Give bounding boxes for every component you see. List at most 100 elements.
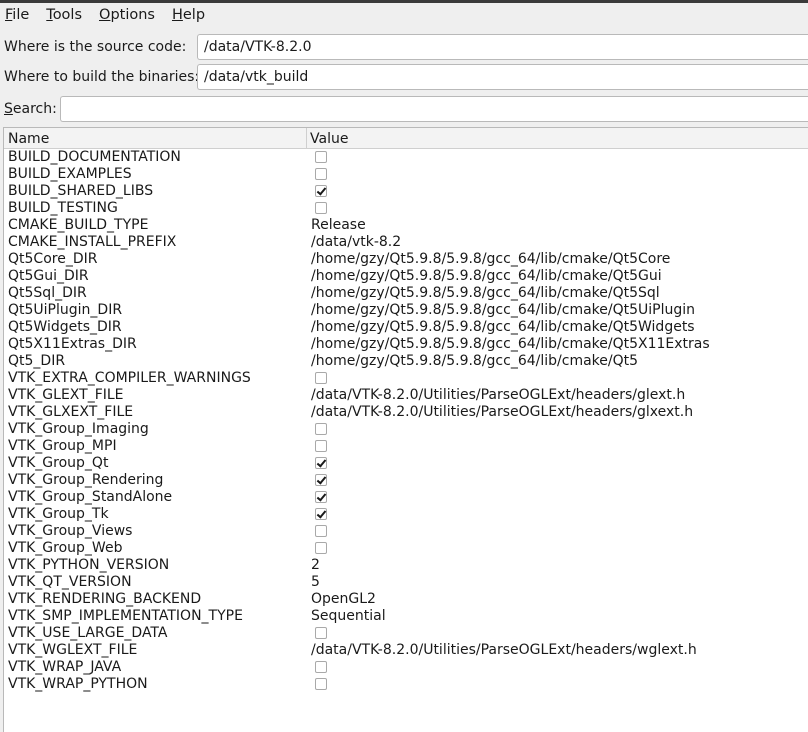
table-row[interactable]: VTK_GLEXT_FILE/data/VTK-8.2.0/Utilities/…: [4, 387, 808, 404]
menu-file[interactable]: File: [0, 4, 34, 26]
source-dir-input[interactable]: [197, 34, 808, 60]
table-row[interactable]: Qt5Sql_DIR/home/gzy/Qt5.9.8/5.9.8/gcc_64…: [4, 285, 808, 302]
row-name: CMAKE_INSTALL_PREFIX: [8, 234, 177, 250]
table-row[interactable]: Qt5_DIR/home/gzy/Qt5.9.8/5.9.8/gcc_64/li…: [4, 353, 808, 370]
row-name: VTK_WRAP_PYTHON: [8, 676, 148, 692]
row-value[interactable]: /home/gzy/Qt5.9.8/5.9.8/gcc_64/lib/cmake…: [311, 268, 662, 285]
table-row[interactable]: CMAKE_INSTALL_PREFIX/data/vtk-8.2: [4, 234, 808, 251]
table-row[interactable]: BUILD_DOCUMENTATION: [4, 149, 808, 166]
table-row[interactable]: VTK_Group_MPI: [4, 438, 808, 455]
row-name: BUILD_EXAMPLES: [8, 166, 132, 182]
menu-bar: File Tools Options Help: [0, 3, 808, 27]
checkbox-unchecked[interactable]: [315, 168, 327, 180]
row-name: Qt5_DIR: [8, 353, 66, 369]
checkbox-unchecked[interactable]: [315, 440, 327, 452]
row-name: VTK_Group_Views: [8, 523, 133, 539]
checkbox-unchecked[interactable]: [315, 151, 327, 163]
row-name: VTK_Group_Qt: [8, 455, 109, 471]
row-value[interactable]: /home/gzy/Qt5.9.8/5.9.8/gcc_64/lib/cmake…: [311, 251, 670, 268]
checkbox-checked[interactable]: [315, 508, 327, 520]
row-value[interactable]: /home/gzy/Qt5.9.8/5.9.8/gcc_64/lib/cmake…: [311, 336, 710, 353]
checkbox-unchecked[interactable]: [315, 202, 327, 214]
table-row[interactable]: VTK_RENDERING_BACKEND OpenGL2: [4, 591, 808, 608]
column-header-name[interactable]: Name: [4, 128, 307, 148]
row-value[interactable]: /home/gzy/Qt5.9.8/5.9.8/gcc_64/lib/cmake…: [311, 353, 638, 370]
table-row[interactable]: VTK_WRAP_JAVA: [4, 659, 808, 676]
menu-help-label: elp: [182, 7, 206, 23]
row-value[interactable]: /data/VTK-8.2.0/Utilities/ParseOGLExt/he…: [311, 642, 697, 659]
table-row[interactable]: VTK_Group_Rendering: [4, 472, 808, 489]
menu-help-mnemonic: H: [171, 7, 183, 23]
row-name: CMAKE_BUILD_TYPE: [8, 217, 149, 233]
table-row[interactable]: Qt5Core_DIR/home/gzy/Qt5.9.8/5.9.8/gcc_6…: [4, 251, 808, 268]
row-value[interactable]: /data/VTK-8.2.0/Utilities/ParseOGLExt/he…: [311, 387, 685, 404]
row-name: BUILD_DOCUMENTATION: [8, 149, 181, 165]
checkbox-unchecked[interactable]: [315, 627, 327, 639]
column-header-value[interactable]: Value: [307, 128, 808, 148]
build-label: Where to build the binaries:: [4, 69, 200, 85]
table-row[interactable]: VTK_EXTRA_COMPILER_WARNINGS: [4, 370, 808, 387]
table-row[interactable]: BUILD_SHARED_LIBS: [4, 183, 808, 200]
table-row[interactable]: Qt5Widgets_DIR/home/gzy/Qt5.9.8/5.9.8/gc…: [4, 319, 808, 336]
table-row[interactable]: VTK_SMP_IMPLEMENTATION_TYPE Sequential: [4, 608, 808, 625]
menu-options[interactable]: Options: [94, 4, 160, 26]
menu-options-label: ptions: [110, 7, 155, 23]
checkbox-unchecked[interactable]: [315, 423, 327, 435]
table-row[interactable]: VTK_PYTHON_VERSION 2: [4, 557, 808, 574]
row-value[interactable]: Release: [311, 217, 366, 234]
checkbox-unchecked[interactable]: [315, 661, 327, 673]
table-row[interactable]: VTK_USE_LARGE_DATA: [4, 625, 808, 642]
row-value[interactable]: /home/gzy/Qt5.9.8/5.9.8/gcc_64/lib/cmake…: [311, 302, 695, 319]
row-name: VTK_WGLEXT_FILE: [8, 642, 138, 658]
row-value[interactable]: /data/vtk-8.2: [311, 234, 401, 251]
table-row[interactable]: VTK_QT_VERSION 5: [4, 574, 808, 591]
table-row[interactable]: VTK_Group_Imaging: [4, 421, 808, 438]
checkbox-checked[interactable]: [315, 491, 327, 503]
row-value[interactable]: OpenGL2: [311, 591, 376, 608]
row-value[interactable]: /data/VTK-8.2.0/Utilities/ParseOGLExt/he…: [311, 404, 693, 421]
checkbox-checked[interactable]: [315, 185, 327, 197]
table-row[interactable]: VTK_WGLEXT_FILE/data/VTK-8.2.0/Utilities…: [4, 642, 808, 659]
table-row[interactable]: BUILD_EXAMPLES: [4, 166, 808, 183]
table-header: Name Value: [4, 128, 808, 149]
checkbox-unchecked[interactable]: [315, 372, 327, 384]
row-value[interactable]: /home/gzy/Qt5.9.8/5.9.8/gcc_64/lib/cmake…: [311, 319, 695, 336]
table-row[interactable]: VTK_Group_Views: [4, 523, 808, 540]
search-label-mnemonic: S: [4, 101, 13, 117]
table-row[interactable]: VTK_Group_Tk: [4, 506, 808, 523]
build-dir-input[interactable]: [197, 64, 808, 90]
row-name: Qt5Core_DIR: [8, 251, 98, 267]
row-name: VTK_Group_Imaging: [8, 421, 149, 437]
table-row[interactable]: Qt5X11Extras_DIR/home/gzy/Qt5.9.8/5.9.8/…: [4, 336, 808, 353]
row-name: Qt5Sql_DIR: [8, 285, 87, 301]
menu-tools[interactable]: Tools: [41, 4, 87, 26]
table-row[interactable]: CMAKE_BUILD_TYPE Release: [4, 217, 808, 234]
row-name: Qt5Widgets_DIR: [8, 319, 122, 335]
search-input[interactable]: [60, 96, 808, 122]
row-name: VTK_Group_Rendering: [8, 472, 164, 488]
table-row[interactable]: Qt5Gui_DIR/home/gzy/Qt5.9.8/5.9.8/gcc_64…: [4, 268, 808, 285]
row-value[interactable]: Sequential: [311, 608, 386, 625]
table-row[interactable]: VTK_WRAP_PYTHON: [4, 676, 808, 693]
table-row[interactable]: VTK_Group_Web: [4, 540, 808, 557]
table-row[interactable]: BUILD_TESTING: [4, 200, 808, 217]
checkbox-checked[interactable]: [315, 457, 327, 469]
row-value[interactable]: 5: [311, 574, 320, 591]
table-row[interactable]: VTK_Group_StandAlone: [4, 489, 808, 506]
row-name: VTK_QT_VERSION: [8, 574, 132, 590]
search-label-text: earch:: [12, 101, 57, 117]
checkbox-unchecked[interactable]: [315, 542, 327, 554]
checkbox-checked[interactable]: [315, 474, 327, 486]
row-value[interactable]: 2: [311, 557, 320, 574]
table-row[interactable]: Qt5UiPlugin_DIR/home/gzy/Qt5.9.8/5.9.8/g…: [4, 302, 808, 319]
table-row[interactable]: VTK_GLXEXT_FILE/data/VTK-8.2.0/Utilities…: [4, 404, 808, 421]
row-name: Qt5UiPlugin_DIR: [8, 302, 123, 318]
checkbox-unchecked[interactable]: [315, 678, 327, 690]
menu-help[interactable]: Help: [167, 4, 210, 26]
row-name: VTK_Group_StandAlone: [8, 489, 173, 505]
row-name: VTK_Group_Tk: [8, 506, 109, 522]
row-value[interactable]: /home/gzy/Qt5.9.8/5.9.8/gcc_64/lib/cmake…: [311, 285, 660, 302]
checkbox-unchecked[interactable]: [315, 525, 327, 537]
row-name: Qt5Gui_DIR: [8, 268, 89, 284]
table-row[interactable]: VTK_Group_Qt: [4, 455, 808, 472]
